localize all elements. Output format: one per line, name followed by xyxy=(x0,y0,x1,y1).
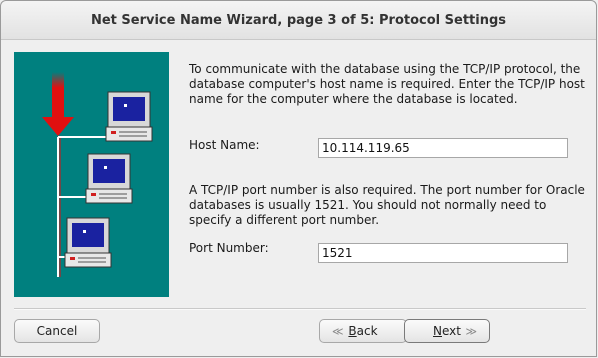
host-name-input[interactable] xyxy=(318,138,568,158)
cancel-button[interactable]: Cancel xyxy=(14,319,100,343)
next-button-label: Next xyxy=(433,324,461,338)
separator xyxy=(14,308,586,310)
next-button[interactable]: Next ≫ xyxy=(404,319,490,343)
chevron-double-left-icon: ≪ xyxy=(332,324,344,338)
computer-icon xyxy=(85,153,133,204)
port-number-label: Port Number: xyxy=(189,241,269,255)
computer-icon xyxy=(64,217,112,268)
port-number-input[interactable] xyxy=(318,243,568,263)
intro-text: To communicate with the database using t… xyxy=(189,62,585,106)
host-name-label: Host Name: xyxy=(189,138,260,152)
window-title: Net Service Name Wizard, page 3 of 5: Pr… xyxy=(90,12,507,28)
chevron-double-right-icon: ≫ xyxy=(465,324,477,338)
port-info-text: A TCP/IP port number is also required. T… xyxy=(189,183,585,227)
title-bar: Net Service Name Wizard, page 3 of 5: Pr… xyxy=(1,1,596,40)
wizard-window: Net Service Name Wizard, page 3 of 5: Pr… xyxy=(0,0,597,357)
computer-icon xyxy=(105,91,153,142)
back-button-label: Back xyxy=(348,324,378,338)
cancel-button-label: Cancel xyxy=(36,324,78,338)
network-illustration xyxy=(14,52,169,297)
back-button[interactable]: ≪ Back xyxy=(319,319,407,343)
